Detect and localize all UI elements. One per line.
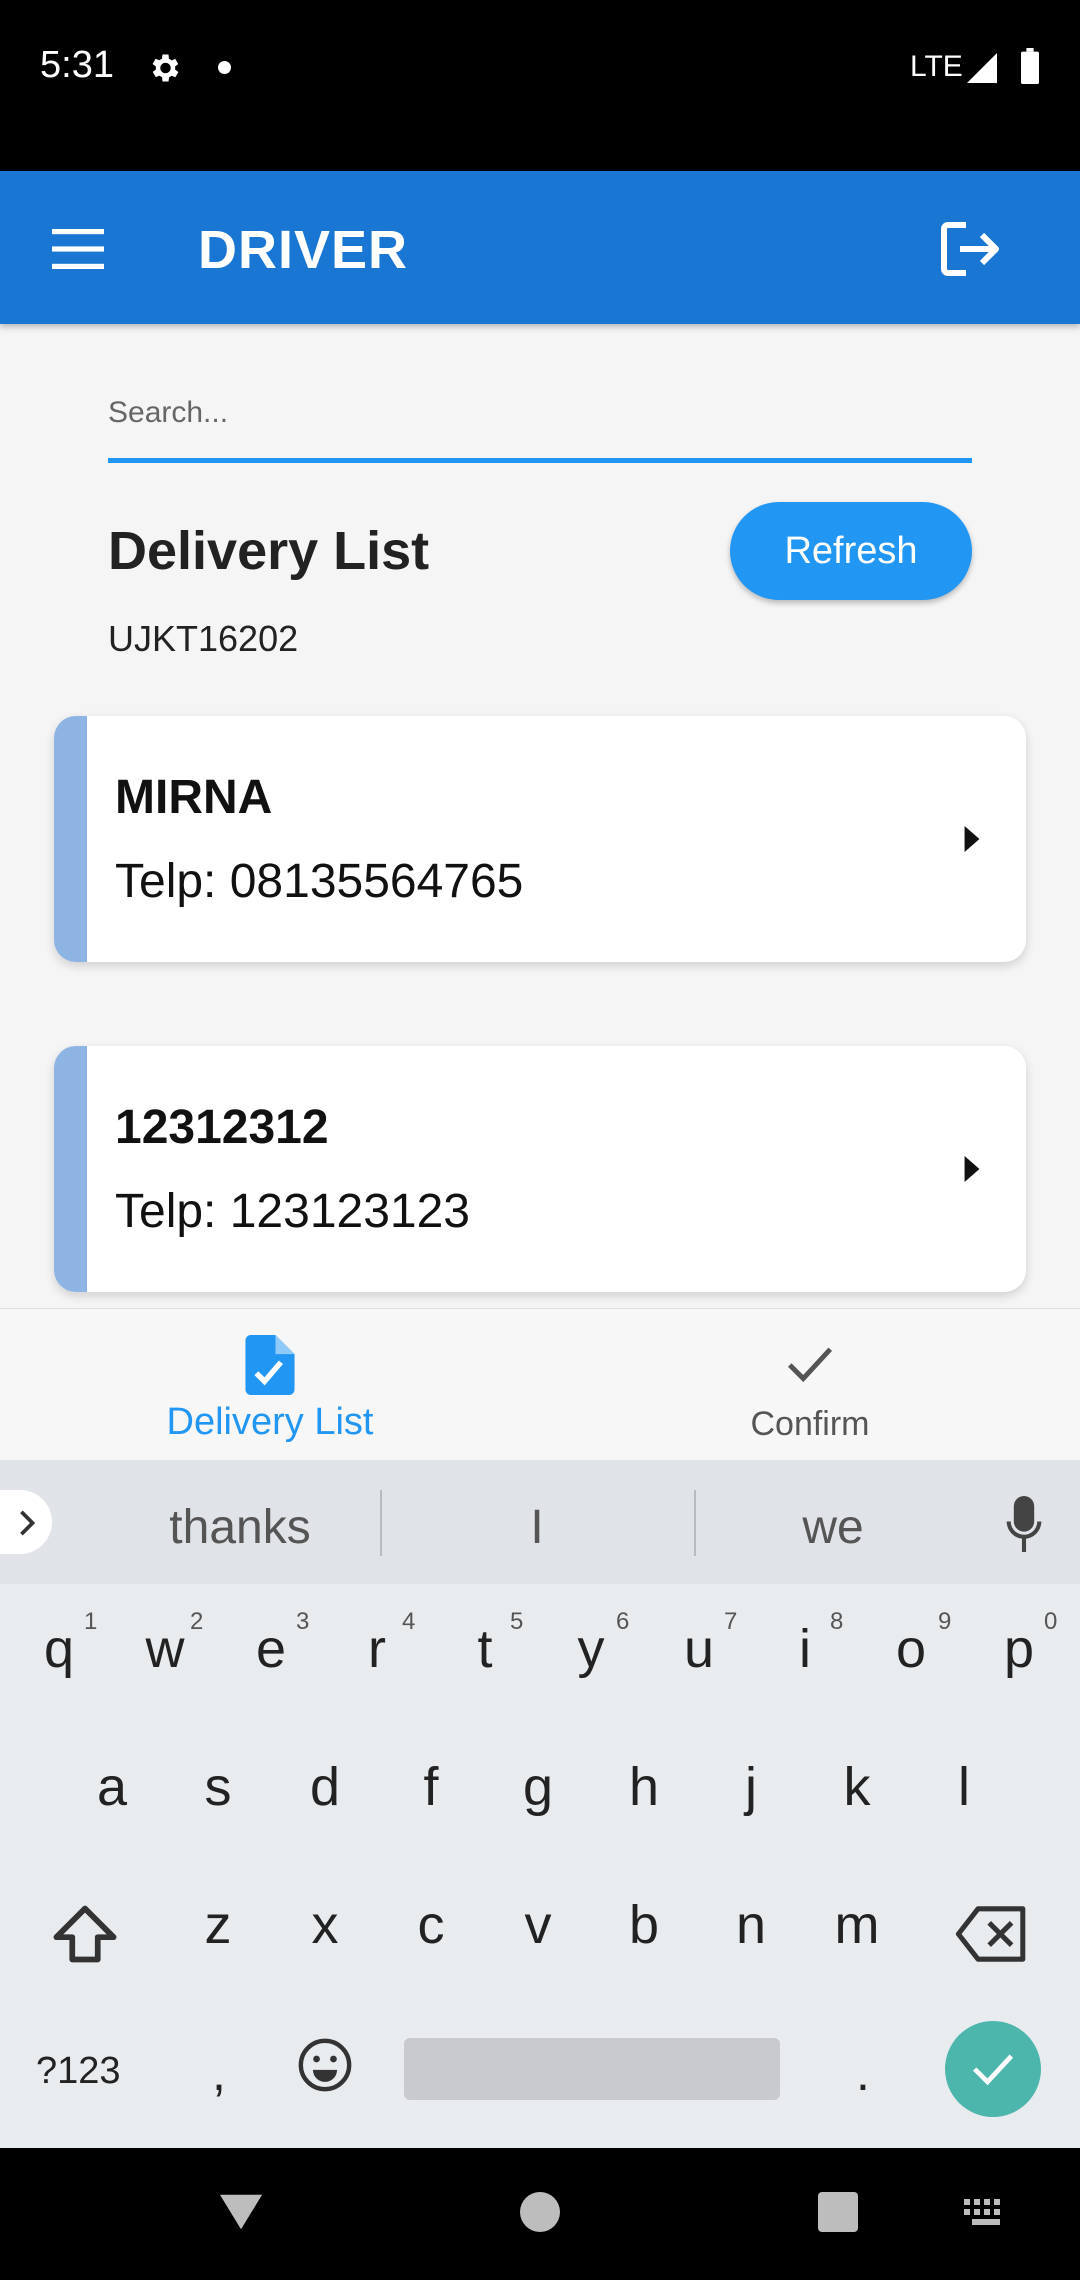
status-time: 5:31 [40, 44, 114, 86]
key-hint: 5 [510, 1608, 524, 1635]
delivery-list-heading: Delivery List [108, 521, 430, 581]
key-h[interactable]: h [591, 1756, 697, 1818]
comma-key[interactable]: , [212, 2044, 226, 2102]
symbols-key[interactable]: ?123 [36, 2050, 121, 2093]
suggestion-divider [694, 1490, 696, 1556]
settings-gear-icon [152, 54, 179, 82]
key-hint: 6 [616, 1608, 630, 1635]
key-hint: 3 [296, 1608, 310, 1635]
enter-key[interactable] [945, 2021, 1041, 2117]
key-m[interactable]: m [804, 1894, 910, 1956]
key-s[interactable]: s [165, 1756, 271, 1818]
key-hint: 0 [1044, 1608, 1058, 1635]
customer-phone: Telp: 123123123 [115, 1185, 470, 1238]
checkmark-icon [787, 1347, 833, 1383]
key-x[interactable]: x [272, 1894, 378, 1956]
tab-delivery-list[interactable]: Delivery List [0, 1309, 540, 1461]
key-g[interactable]: g [485, 1756, 591, 1818]
delivery-card[interactable]: 12312312 Telp: 123123123 [54, 1046, 1026, 1292]
customer-name: 12312312 [115, 1101, 329, 1154]
signal-icon [967, 53, 997, 83]
customer-phone: Telp: 08135564765 [115, 855, 524, 908]
key-k[interactable]: k [804, 1756, 910, 1818]
emoji-icon[interactable] [296, 2036, 354, 2094]
tab-label: Delivery List [166, 1401, 374, 1443]
delivery-card[interactable]: MIRNA Telp: 08135564765 [54, 716, 1026, 962]
recents-square-icon[interactable] [818, 2192, 858, 2232]
chevron-right-icon [20, 1510, 36, 1536]
key-n[interactable]: n [698, 1894, 804, 1956]
notification-dot-icon [218, 61, 231, 74]
card-accent-bar [54, 716, 87, 962]
back-triangle-icon[interactable] [218, 2192, 264, 2232]
key-l[interactable]: l [911, 1756, 1017, 1818]
home-circle-icon[interactable] [520, 2192, 560, 2232]
system-navigation-bar [0, 2148, 1080, 2280]
suggestion-item[interactable]: we [708, 1500, 958, 1555]
suggestion-divider [380, 1490, 382, 1556]
period-key[interactable]: . [856, 2044, 870, 2102]
space-key[interactable] [404, 2038, 780, 2100]
backspace-icon[interactable] [955, 1906, 1029, 1962]
caret-right-icon [964, 1156, 980, 1182]
card-accent-bar [54, 1046, 87, 1292]
key-d[interactable]: d [272, 1756, 378, 1818]
keyboard-icon[interactable] [964, 2198, 1008, 2228]
vehicle-code: UJKT16202 [108, 618, 299, 659]
status-bar: 5:31 LTE [0, 0, 1080, 171]
app-title: DRIVER [198, 220, 409, 280]
suggestion-item[interactable]: I [412, 1500, 662, 1555]
bottom-navigation: Delivery List Confirm [0, 1308, 1080, 1461]
search-input[interactable] [108, 368, 972, 463]
key-f[interactable]: f [378, 1756, 484, 1818]
logout-icon[interactable] [940, 221, 1000, 277]
soft-keyboard: thanks I we q 1 w 2 e 3 r 4 t 5 y 6 u 7 … [0, 1460, 1080, 2148]
key-hint: 8 [830, 1608, 844, 1635]
key-a[interactable]: a [59, 1756, 165, 1818]
tab-confirm[interactable]: Confirm [540, 1309, 1080, 1461]
caret-right-icon [964, 826, 980, 852]
key-hint: 7 [724, 1608, 738, 1635]
hamburger-menu-icon[interactable] [52, 229, 104, 269]
customer-name: MIRNA [115, 771, 273, 824]
key-hint: 9 [938, 1608, 952, 1635]
document-check-icon [245, 1335, 295, 1395]
network-type: LTE [910, 50, 963, 83]
refresh-button[interactable]: Refresh [730, 502, 972, 600]
key-z[interactable]: z [165, 1894, 271, 1956]
key-c[interactable]: c [378, 1894, 484, 1956]
key-hint: 1 [84, 1608, 98, 1635]
checkmark-icon [972, 2054, 1014, 2086]
key-j[interactable]: j [698, 1756, 804, 1818]
key-v[interactable]: v [485, 1894, 591, 1956]
suggestion-item[interactable]: thanks [115, 1500, 365, 1555]
tab-label: Confirm [750, 1405, 870, 1443]
microphone-icon[interactable] [1004, 1496, 1044, 1552]
key-b[interactable]: b [591, 1894, 697, 1956]
key-hint: 2 [190, 1608, 204, 1635]
suggestion-bar: thanks I we [0, 1460, 1080, 1584]
app-bar: DRIVER [0, 171, 1080, 324]
battery-icon [1021, 48, 1039, 84]
shift-icon[interactable] [50, 1902, 120, 1966]
key-hint: 4 [402, 1608, 416, 1635]
